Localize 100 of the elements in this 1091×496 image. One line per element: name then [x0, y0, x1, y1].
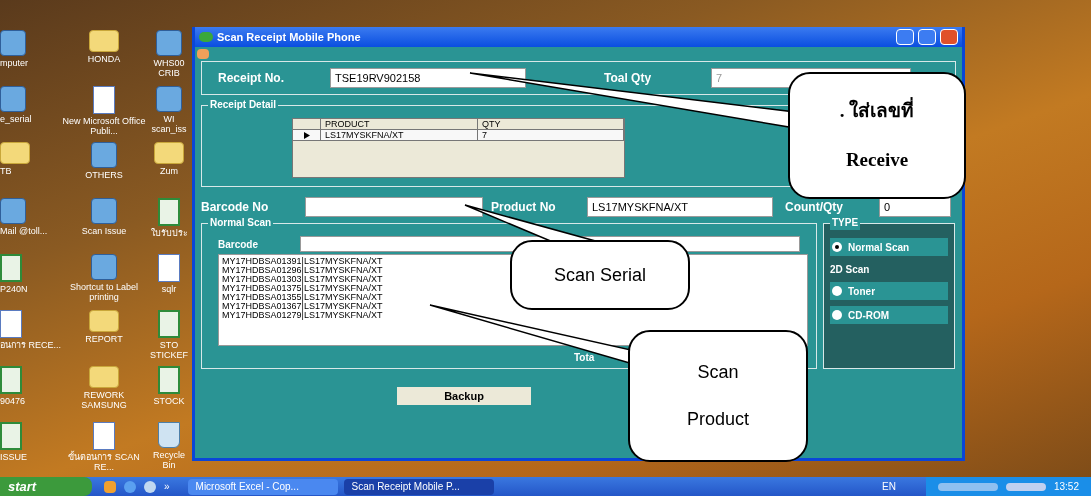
group-title: TYPE	[830, 216, 861, 230]
column-header: QTY	[478, 119, 624, 129]
desktop-icon-label[interactable]: Zum	[160, 166, 178, 176]
desktop-icon-label[interactable]: WI scan_iss	[146, 114, 192, 134]
program-icon	[156, 86, 182, 112]
program-icon	[156, 30, 182, 56]
field-label: Receipt No.	[218, 70, 285, 87]
desktop-icon-label[interactable]: Shortcut to Label printing	[62, 282, 146, 302]
recycle-bin-icon	[158, 422, 180, 448]
window-title: Scan Receipt Mobile Phone	[217, 29, 362, 45]
desktop-icon-label[interactable]: Scan Issue	[81, 226, 127, 236]
program-icon	[0, 198, 26, 224]
more-button[interactable]: »	[164, 479, 170, 494]
tray-icon[interactable]	[937, 482, 998, 491]
callout-text: Scan Serial	[553, 263, 647, 287]
field-label: Product No	[491, 199, 557, 216]
callout-text: Scan	[697, 361, 739, 384]
close-button[interactable]	[940, 29, 958, 45]
desktop-icon-label[interactable]: WHS00 CRIB	[146, 58, 192, 78]
field-label: Toal Qty	[604, 70, 653, 87]
column-header: PRODUCT	[321, 119, 478, 129]
desktop-icon[interactable]	[104, 480, 116, 493]
radio-option[interactable]: Toner	[830, 282, 948, 300]
menu-icon[interactable]	[197, 49, 209, 59]
group-title: Receipt Detail	[208, 98, 279, 112]
desktop-icon-label[interactable]: STO STICKEF	[146, 340, 192, 360]
row-pointer-icon	[303, 131, 310, 139]
desktop-icon-label[interactable]: P240N	[0, 284, 28, 294]
folder-icon	[0, 142, 30, 164]
desktop-icon-label[interactable]: Mail @toll...	[0, 226, 48, 236]
field-label: Count/Qty	[785, 199, 844, 216]
desktop-icon-label[interactable]: REPORT	[85, 334, 123, 344]
list-item[interactable]: MY17HDBSA01303|LS17MYSKFNA/XT	[222, 275, 383, 284]
radio-option[interactable]: Normal Scan	[830, 238, 948, 256]
desktop-icon-label[interactable]: 90476	[0, 396, 26, 406]
callout-text: . ใส่เลขที่	[839, 97, 915, 126]
receipt-field[interactable]: TSE19RV902158	[330, 68, 526, 88]
browser-icon[interactable]	[124, 480, 136, 493]
desktop-icon-label[interactable]: ISSUE	[0, 452, 27, 462]
program-icon	[91, 254, 117, 280]
desktop-icon-label[interactable]: REWORK SAMSUNG	[62, 390, 146, 410]
folder-icon	[89, 310, 119, 332]
field-label: Barcode No	[201, 199, 270, 216]
program-icon	[91, 142, 117, 168]
desktop-icon-label[interactable]: New Microsoft Office Publi...	[62, 116, 146, 136]
language-indicator[interactable]: EN	[882, 479, 896, 494]
maximize-button[interactable]	[918, 29, 936, 45]
barcode-field[interactable]	[305, 197, 483, 217]
spreadsheet-icon	[0, 254, 22, 282]
desktop-icon-label[interactable]: ใบรับประ	[150, 228, 188, 238]
minimize-button[interactable]	[896, 29, 914, 45]
desktop-icon-label[interactable]: e_serial	[0, 114, 32, 124]
document-icon	[158, 254, 180, 282]
spreadsheet-icon	[0, 422, 22, 450]
desktop-icon-label[interactable]: OTHERS	[85, 170, 123, 180]
desktop-icon-label[interactable]: STOCK	[153, 396, 185, 406]
list-item[interactable]: MY17HDBSA01391|LS17MYSKFNA/XT	[222, 257, 383, 266]
desktop-icon-label[interactable]: TB	[0, 166, 12, 176]
callout-text: Receive	[845, 147, 909, 172]
document-icon	[93, 86, 115, 114]
radio-option[interactable]: CD-ROM	[830, 306, 948, 324]
start-button[interactable]: start	[0, 477, 92, 496]
spreadsheet-icon	[158, 366, 180, 394]
list-item[interactable]: MY17HDBSA01296|LS17MYSKFNA/XT	[222, 266, 383, 275]
count-field[interactable]: 0	[879, 197, 951, 217]
taskbar-task[interactable]: Microsoft Excel - Cop...	[187, 478, 338, 495]
program-icon	[0, 86, 26, 112]
document-icon	[93, 422, 115, 450]
desktop-icon-label[interactable]: mputer	[0, 58, 28, 68]
field-label: Barcode	[218, 237, 259, 252]
backup-button[interactable]: Backup	[397, 387, 531, 405]
option-heading: 2D Scan	[830, 263, 871, 276]
spreadsheet-icon	[158, 310, 180, 338]
desktop-icon-label[interactable]: อนการ RECE...	[0, 340, 61, 350]
tray-icon[interactable]	[1005, 482, 1046, 491]
folder-icon	[89, 366, 119, 388]
list-item[interactable]: MY17HDBSA01367|LS17MYSKFNA/XT	[222, 302, 383, 311]
clock: 13:52	[1053, 480, 1079, 494]
callout-text: Product	[686, 408, 749, 431]
desktop-icon-label[interactable]: HONDA	[87, 54, 121, 64]
taskbar-task[interactable]: Scan Receipt Mobile P...	[343, 478, 494, 495]
document-icon	[0, 310, 22, 338]
program-icon	[91, 198, 117, 224]
list-item[interactable]: MY17HDBSA01375|LS17MYSKFNA/XT	[222, 284, 383, 293]
desktop-icon-label[interactable]: sqlr	[161, 284, 177, 294]
desktop-icon-label[interactable]: Recycle Bin	[146, 450, 192, 470]
program-icon	[0, 30, 26, 56]
list-item[interactable]: MY17HDBSA01279|LS17MYSKFNA/XT	[222, 311, 383, 320]
list-item[interactable]: MY17HDBSA01355|LS17MYSKFNA/XT	[222, 293, 383, 302]
product-field[interactable]: LS17MYSKFNA/XT	[587, 197, 773, 217]
table-cell: 7	[478, 130, 624, 140]
total-label: Tota	[574, 351, 595, 365]
folder-icon	[154, 142, 184, 164]
spreadsheet-icon	[0, 366, 22, 394]
spreadsheet-icon	[158, 198, 180, 226]
folder-icon	[89, 30, 119, 52]
media-icon[interactable]	[144, 480, 156, 493]
table-cell: LS17MYSKFNA/XT	[321, 130, 478, 140]
app-icon	[199, 32, 213, 42]
desktop-icon-label[interactable]: ขั้นตอนการ SCAN RE...	[62, 452, 146, 472]
